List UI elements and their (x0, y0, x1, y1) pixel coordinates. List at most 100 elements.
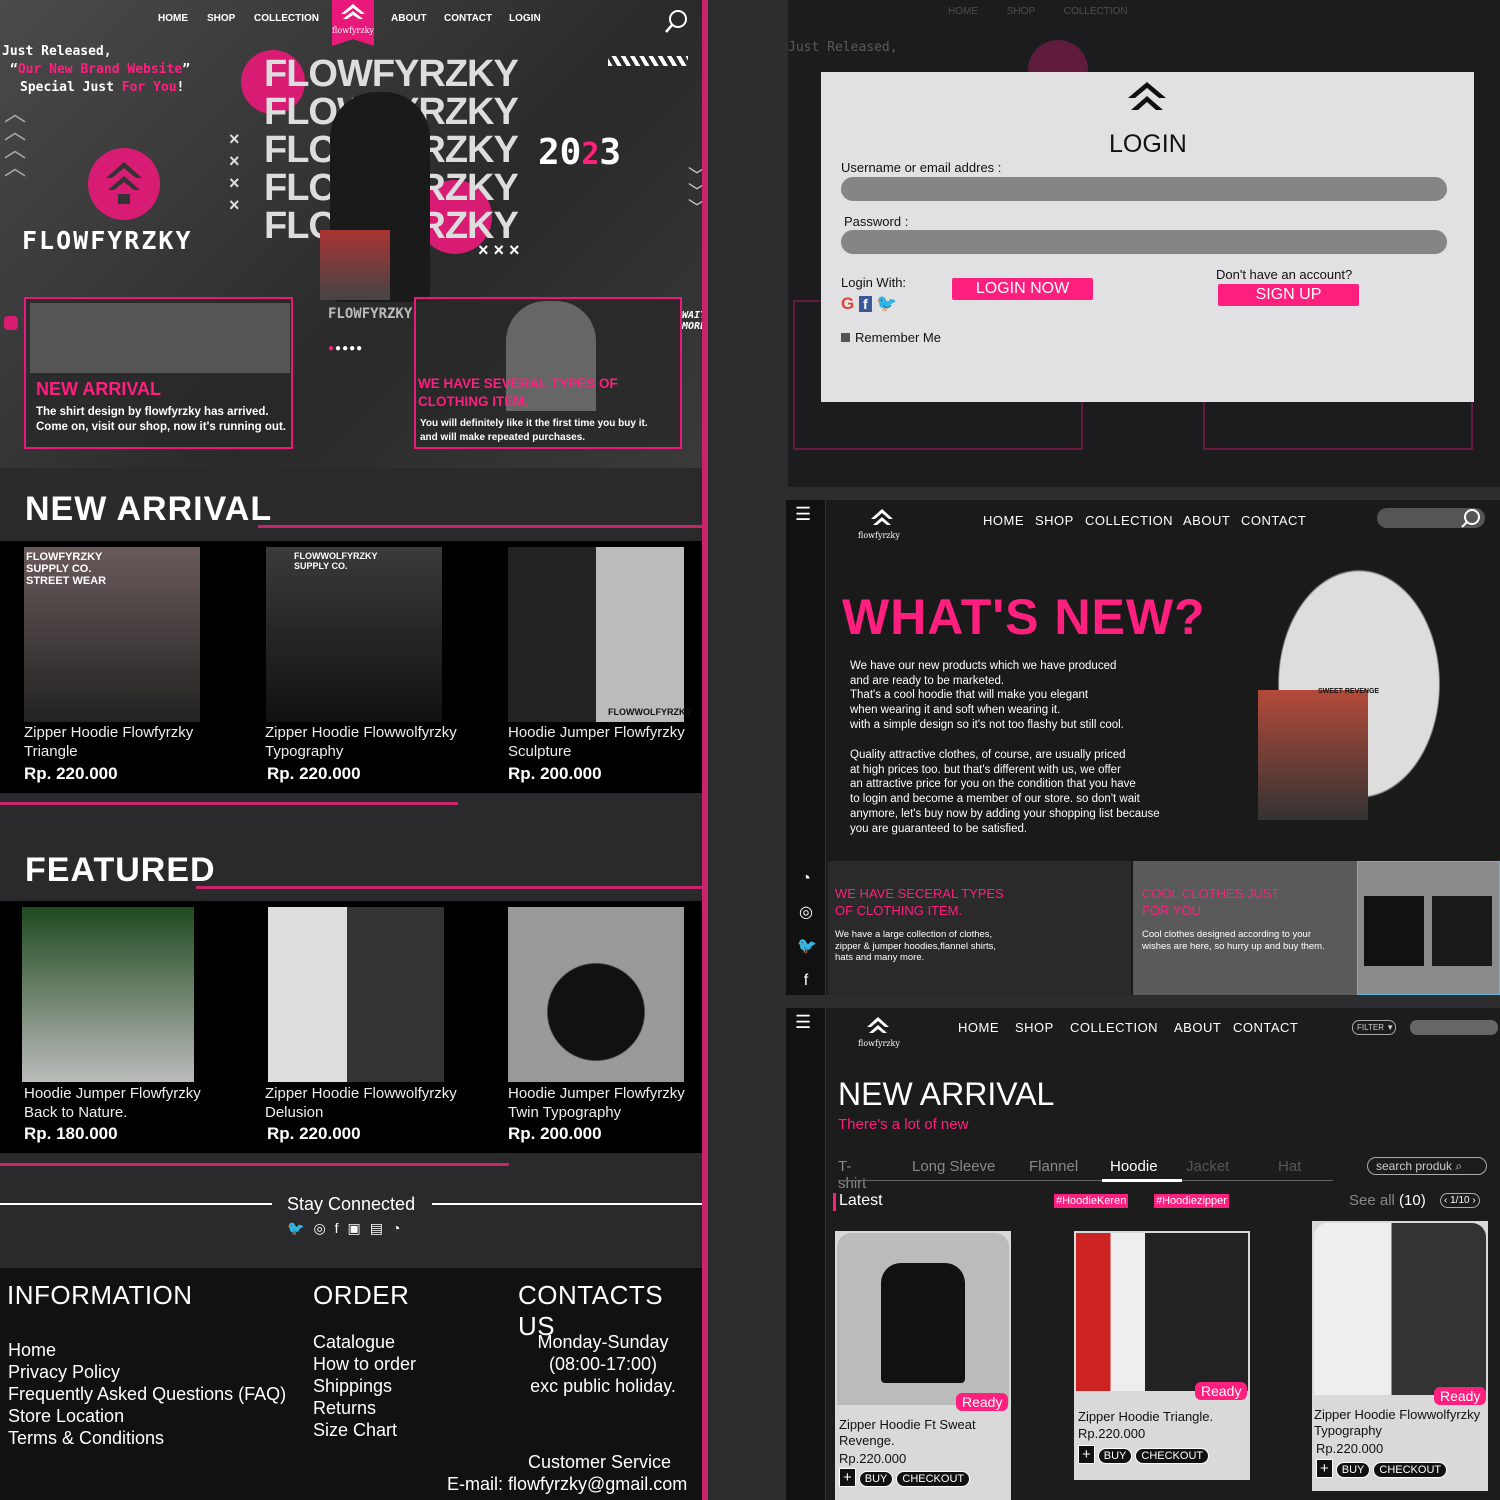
nav-collection[interactable]: COLLECTION (1085, 513, 1173, 528)
checkout-button[interactable]: CHECKOUT (1373, 1462, 1448, 1478)
product-card[interactable]: Ready Zipper Hoodie Ft Sweat Revenge. Rp… (835, 1231, 1011, 1500)
nav-contact[interactable]: CONTACT (444, 13, 492, 24)
instagram-icon[interactable] (4, 316, 18, 330)
nav-shop[interactable]: SHOP (207, 13, 235, 24)
whats-new-paragraph-2: Quality attractive clothes, of course, a… (850, 749, 1160, 835)
product-name[interactable]: Zipper Hoodie Flowwolfyrzky Delusion (265, 1084, 475, 1122)
product-card[interactable]: Ready Zipper Hoodie Flowwolfyrzky Typogr… (1312, 1221, 1488, 1491)
google-icon[interactable]: G (841, 294, 854, 314)
product-card[interactable]: Ready Zipper Hoodie Triangle. Rp.220.000… (1074, 1231, 1250, 1480)
facebook-icon[interactable]: f (797, 964, 815, 995)
twitter-icon[interactable]: 🐦 (287, 1220, 313, 1237)
buy-button[interactable]: BUY (1097, 1448, 1133, 1464)
tab-flannel[interactable]: Flannel (1029, 1158, 1078, 1175)
search-icon[interactable] (1460, 507, 1482, 529)
footer-link[interactable]: Privacy Policy (8, 1361, 286, 1383)
login-now-button[interactable]: LOGIN NOW (952, 278, 1093, 300)
tab-tshirt[interactable]: T-shirt (838, 1158, 866, 1192)
section-title-featured: FEATURED (25, 851, 216, 889)
username-field[interactable] (841, 177, 1447, 201)
add-icon[interactable]: + (839, 1468, 856, 1487)
promo-card-new-arrival[interactable]: NEW ARRIVAL The shirt design by flowfyrz… (24, 297, 293, 449)
add-icon[interactable]: + (1316, 1459, 1333, 1478)
menu-icon[interactable]: ☰ (795, 1013, 817, 1031)
product-image[interactable] (22, 907, 194, 1082)
radio-icon[interactable]: ▤ (370, 1220, 392, 1237)
nav-home[interactable]: HOME (958, 1020, 999, 1035)
whatsapp-icon[interactable]: ◔ (392, 1220, 409, 1236)
search-input[interactable] (1410, 1020, 1498, 1035)
shop-icon[interactable]: ▣ (348, 1220, 370, 1237)
pagination[interactable]: ‹ 1/10 › (1440, 1193, 1480, 1208)
tshirt-product-image[interactable] (1357, 861, 1500, 995)
nav-home[interactable]: HOME (158, 13, 188, 24)
product-search-field[interactable]: search produk ⌕ (1367, 1157, 1487, 1175)
product-name: Zipper Hoodie Ft Sweat Revenge. (839, 1417, 976, 1448)
hashtag-badge[interactable]: #HoodieKeren (1054, 1194, 1129, 1208)
checkout-button[interactable]: CHECKOUT (1135, 1448, 1210, 1464)
brand-logo-text: flowfyrzky (332, 26, 374, 35)
facebook-icon[interactable]: f (335, 1220, 348, 1236)
product-image[interactable]: FLOWFYRZKY SUPPLY CO. STREET WEAR (24, 547, 200, 722)
password-field[interactable] (841, 230, 1447, 254)
checkout-button[interactable]: CHECKOUT (896, 1471, 971, 1487)
tab-jacket[interactable]: Jacket (1186, 1158, 1229, 1175)
buy-button[interactable]: BUY (1335, 1462, 1371, 1478)
footer-link[interactable]: Frequently Asked Questions (FAQ) (8, 1383, 286, 1405)
footer-link[interactable]: Returns (313, 1397, 416, 1419)
nav-contact[interactable]: CONTACT (1233, 1020, 1298, 1035)
info-card-clothing-types[interactable]: WE HAVE SECERAL TYPES OF CLOTHING ITEM. W… (828, 861, 1131, 995)
product-image[interactable] (268, 907, 444, 1082)
facebook-icon[interactable]: f (858, 296, 872, 312)
footer-link[interactable]: Shippings (313, 1375, 416, 1397)
footer-link[interactable]: Store Location (8, 1405, 286, 1427)
instagram-icon[interactable]: ◎ (313, 1220, 334, 1237)
menu-icon[interactable]: ☰ (795, 505, 817, 523)
remember-checkbox[interactable] (841, 333, 850, 342)
nav-shop[interactable]: SHOP (1015, 1020, 1054, 1035)
promo-card-clothing-types[interactable]: WE HAVE SEVERAL TYPES OF CLOTHING ITEM. … (414, 297, 682, 449)
nav-collection[interactable]: COLLECTION (1070, 1020, 1158, 1035)
see-all-link[interactable]: See all (10) (1349, 1192, 1426, 1209)
tab-hat[interactable]: Hat (1278, 1158, 1301, 1175)
footer-link[interactable]: Terms & Conditions (8, 1427, 286, 1449)
nav-shop[interactable]: SHOP (1035, 513, 1074, 528)
product-image[interactable]: FLOWWOLFYRZKY (508, 547, 691, 722)
product-name[interactable]: Hoodie Jumper Flowfyrzky Twin Typography (508, 1084, 698, 1122)
nav-collection[interactable]: COLLECTION (254, 13, 319, 24)
filter-button[interactable]: FILTER ▼ (1352, 1020, 1396, 1035)
nav-about[interactable]: ABOUT (1174, 1020, 1221, 1035)
footer-link[interactable]: Home (8, 1339, 286, 1361)
tab-hoodie[interactable]: Hoodie (1110, 1158, 1158, 1175)
tab-long-sleeve[interactable]: Long Sleeve (912, 1158, 995, 1175)
info-card-cool-clothes[interactable]: COOL CLOTHES JUST FOR YOU Cool clothes de… (1133, 861, 1357, 995)
brand-logo-icon[interactable] (866, 1016, 890, 1038)
search-icon[interactable] (664, 8, 690, 34)
product-image[interactable]: FLOWWOLFYRZKY SUPPLY CO. (266, 547, 442, 722)
nav-about[interactable]: ABOUT (1183, 513, 1230, 528)
nav-about[interactable]: ABOUT (391, 13, 427, 24)
whatsapp-icon[interactable]: ◔ (797, 862, 815, 896)
footer-link[interactable]: Size Chart (313, 1419, 416, 1441)
footer-email[interactable]: E-mail: flowfyrzky@gmail.com (447, 1473, 687, 1495)
nav-login[interactable]: LOGIN (509, 13, 541, 24)
nav-home[interactable]: HOME (983, 513, 1024, 528)
hashtag-badge[interactable]: #Hoodiezipper (1154, 1194, 1229, 1208)
product-name[interactable]: Zipper Hoodie Flowfyrzky Triangle (24, 723, 224, 761)
footer-link[interactable]: Catalogue (313, 1331, 416, 1353)
instagram-icon[interactable]: ◎ (797, 896, 815, 930)
product-name[interactable]: Hoodie Jumper Flowfyrzky Back to Nature. (24, 1084, 224, 1122)
product-image[interactable] (508, 907, 684, 1082)
product-name[interactable]: Hoodie Jumper Flowfyrzky Sculpture (508, 723, 698, 761)
product-name[interactable]: Zipper Hoodie Flowwolfyrzky Typography (265, 723, 475, 761)
footer-link[interactable]: How to order (313, 1353, 416, 1375)
nav-contact[interactable]: CONTACT (1241, 513, 1306, 528)
add-icon[interactable]: + (1078, 1445, 1095, 1464)
signup-button[interactable]: SIGN UP (1218, 284, 1359, 306)
twitter-icon[interactable]: 🐦 (876, 294, 897, 314)
brand-logo[interactable]: flowfyrzky (332, 0, 374, 46)
buy-button[interactable]: BUY (858, 1471, 894, 1487)
brand-logo-icon[interactable] (870, 508, 894, 530)
twitter-icon[interactable]: 🐦 (797, 930, 817, 964)
carousel-dots[interactable]: ●●●●● (328, 343, 363, 354)
